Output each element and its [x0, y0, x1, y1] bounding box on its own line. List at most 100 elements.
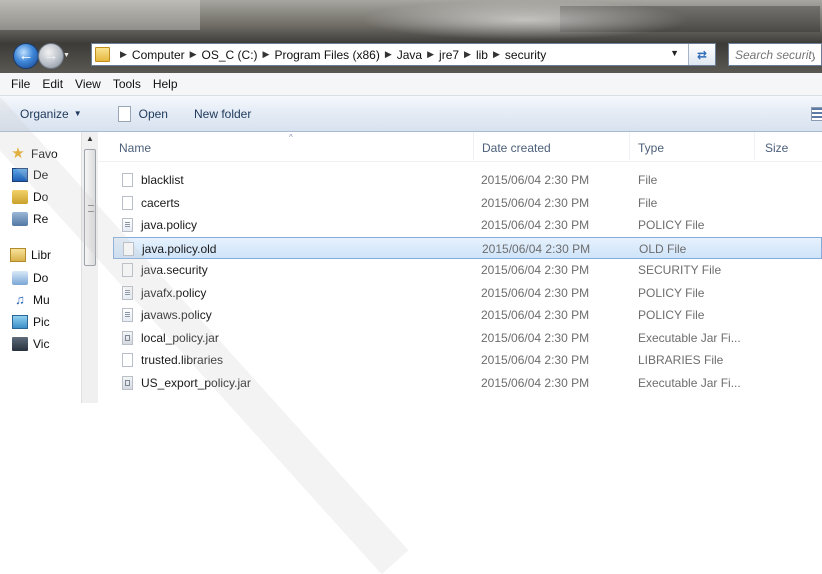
breadcrumb-separator-icon[interactable]: ▶ [263, 49, 270, 60]
file-date-created: 2015/06/04 2:30 PM [481, 173, 590, 187]
file-row[interactable]: java.security 2015/06/04 2:30 PM SECURITY … [113, 259, 822, 281]
command-bar: Organize ▼ Open New folder [0, 96, 822, 132]
open-button[interactable]: Open [117, 105, 168, 122]
nav-item[interactable]: ★ Favo [10, 145, 57, 163]
file-row[interactable]: java.policy.old 2015/06/04 2:30 PM OLD Fil… [113, 236, 822, 259]
column-divider[interactable] [754, 132, 755, 160]
column-header-date[interactable]: Date created [482, 141, 551, 155]
new-folder-label: New folder [193, 106, 252, 121]
file-row[interactable]: javafx.policy 2015/06/04 2:30 PM POLICY Fi… [113, 282, 822, 304]
column-divider[interactable] [473, 132, 474, 160]
menu-help[interactable]: Help [147, 77, 184, 91]
menu-file[interactable]: File [5, 77, 36, 91]
videos-icon [12, 337, 28, 351]
file-name: java.policy.old [142, 241, 217, 256]
breadcrumb-item[interactable]: lib [476, 48, 488, 62]
organize-button[interactable]: Organize ▼ [20, 107, 82, 121]
folder-icon [95, 47, 110, 62]
address-bar[interactable]: ▶ Computer ▶ OS_C (C:) ▶ Program Files (x86) ▶… [91, 43, 716, 66]
file-row[interactable]: cacerts 2015/06/04 2:30 PM File [113, 192, 822, 214]
title-bar: ← → ▼ ▶ Computer ▶ OS_C (C:) ▶ Program Files … [0, 0, 822, 73]
breadcrumb-separator-icon[interactable]: ▶ [464, 49, 471, 60]
file-icon [123, 241, 134, 256]
menu-tools[interactable]: Tools [107, 77, 147, 91]
file-date-created: 2015/06/04 2:30 PM [482, 241, 591, 256]
open-label: Open [138, 106, 168, 121]
caret-down-icon: ▼ [73, 109, 82, 118]
nav-item[interactable]: De [12, 166, 48, 184]
file-row[interactable]: java.policy 2015/06/04 2:30 PM POLICY File [113, 214, 822, 236]
breadcrumb-separator-icon[interactable]: ▶ [385, 49, 392, 60]
breadcrumb-item[interactable]: jre7 [439, 48, 459, 62]
libraries-icon [10, 248, 26, 262]
column-header-size[interactable]: Size [765, 141, 788, 155]
recent-pages-dropdown[interactable]: ▼ [63, 52, 71, 60]
file-type: POLICY File [638, 285, 705, 300]
file-name: java.security [141, 263, 208, 277]
menu-view[interactable]: View [69, 77, 107, 91]
grip-icon [88, 205, 94, 212]
organize-label: Organize [20, 106, 69, 121]
view-options-icon[interactable] [811, 107, 822, 121]
nav-item[interactable]: Re [12, 210, 48, 228]
refresh-icon: ⇄ [696, 47, 708, 62]
file-icon [122, 353, 133, 367]
breadcrumb-separator-icon[interactable]: ▶ [427, 49, 434, 60]
file-type: Executable Jar Fi... [638, 330, 741, 345]
file-date-created: 2015/06/04 2:30 PM [481, 308, 590, 322]
file-row[interactable]: local_policy.jar 2015/06/04 2:30 PM Execut… [113, 327, 822, 349]
file-name: javafx.policy [141, 285, 207, 300]
nav-item[interactable]: Pic [12, 313, 50, 331]
arrow-right-icon: → [43, 47, 59, 64]
file-date-created: 2015/06/04 2:30 PM [481, 195, 590, 210]
breadcrumb-item[interactable]: OS_C (C:) [202, 48, 258, 62]
new-folder-button[interactable]: New folder [194, 107, 251, 121]
nav-item-label: Mu [33, 293, 50, 307]
file-type: File [638, 173, 658, 187]
nav-item[interactable]: Vic [12, 335, 49, 353]
address-dropdown-icon[interactable]: ▼ [670, 48, 679, 58]
column-header-type[interactable]: Type [638, 141, 664, 155]
file-date-created: 2015/06/04 2:30 PM [481, 285, 590, 300]
file-row[interactable]: US_export_policy.jar 2015/06/04 2:30 PM Ex… [113, 372, 822, 394]
forward-button[interactable]: → [38, 43, 64, 69]
policy-file-icon [122, 285, 133, 300]
breadcrumb-separator-icon[interactable]: ▶ [190, 49, 197, 60]
scrollbar-thumb[interactable] [84, 149, 96, 266]
file-name: US_export_policy.jar [141, 375, 251, 390]
back-button[interactable]: ← [13, 43, 39, 69]
breadcrumb-item[interactable]: Java [397, 48, 422, 62]
nav-item[interactable]: ♫ Mu [12, 291, 50, 309]
file-date-created: 2015/06/04 2:30 PM [481, 330, 590, 345]
nav-item-label: Do [33, 271, 49, 285]
column-header-row: Name ^ Date created Type Size [98, 132, 822, 162]
breadcrumb-item[interactable]: Program Files (x86) [274, 48, 379, 62]
breadcrumb-item[interactable]: Computer [132, 48, 185, 62]
file-name: local_policy.jar [141, 330, 219, 345]
column-divider[interactable] [629, 132, 630, 160]
file-name: javaws.policy [141, 308, 212, 322]
file-row[interactable]: blacklist 2015/06/04 2:30 PM File [113, 169, 822, 191]
column-header-name[interactable]: Name [119, 141, 151, 155]
nav-item-label: Libr [31, 248, 52, 262]
refresh-button[interactable]: ⇄ [688, 44, 715, 65]
nav-item[interactable]: Do [12, 269, 48, 287]
nav-item[interactable]: Libr [10, 246, 51, 264]
breadcrumb-separator-icon[interactable]: ▶ [120, 49, 127, 60]
file-type: POLICY File [638, 308, 705, 322]
file-row[interactable]: trusted.libraries 2015/06/04 2:30 PM LIBRA… [113, 349, 822, 371]
star-icon: ★ [11, 145, 25, 162]
file-date-created: 2015/06/04 2:30 PM [481, 263, 590, 277]
search-input[interactable] [728, 43, 822, 66]
menu-edit[interactable]: Edit [36, 77, 69, 91]
breadcrumb-separator-icon[interactable]: ▶ [493, 49, 500, 60]
nav-item-label: Vic [33, 337, 50, 351]
file-name: blacklist [141, 173, 184, 187]
file-name: trusted.libraries [141, 353, 224, 367]
breadcrumb-item[interactable]: security [505, 48, 546, 62]
nav-pane-scrollbar[interactable]: ▲ [81, 132, 98, 403]
file-type: SECURITY File [638, 263, 722, 277]
nav-item[interactable]: Do [12, 188, 48, 206]
scroll-up-icon[interactable]: ▲ [82, 134, 98, 143]
file-row[interactable]: javaws.policy 2015/06/04 2:30 PM POLICY Fi… [113, 304, 822, 326]
